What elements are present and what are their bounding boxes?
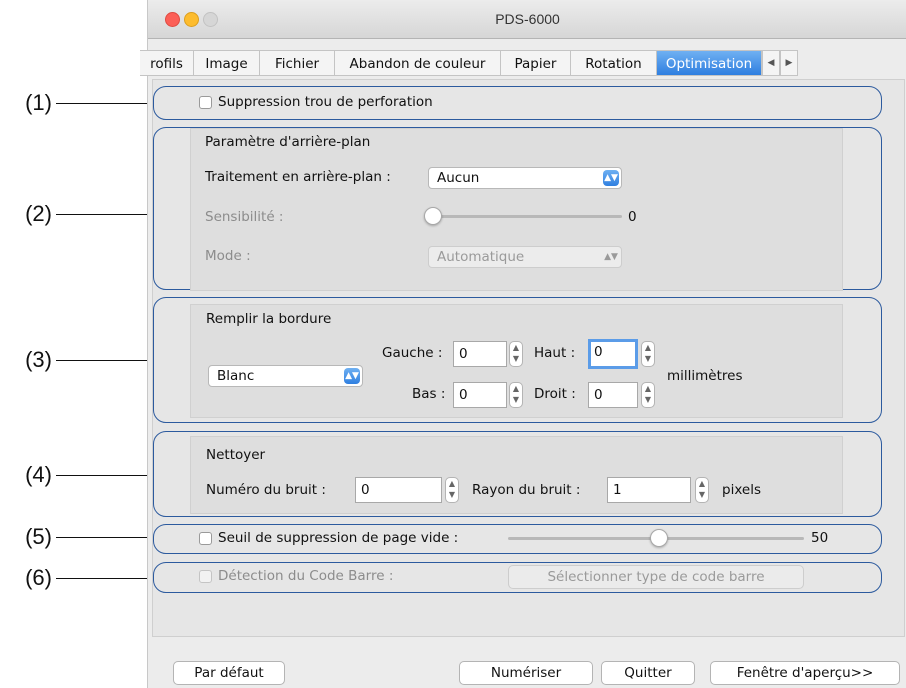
clean-heading: Nettoyer bbox=[206, 447, 266, 463]
callout-4: (4) bbox=[25, 462, 52, 487]
noise-count-stepper[interactable]: ▲ ▼ bbox=[445, 477, 459, 503]
punch-hole-label: Suppression trou de perforation bbox=[218, 94, 433, 110]
border-left-stepper[interactable]: ▲ ▼ bbox=[509, 341, 523, 367]
sensitivity-slider-knob[interactable] bbox=[424, 207, 442, 225]
tab-rotation[interactable]: Rotation bbox=[571, 50, 657, 76]
barcode-label: Détection du Code Barre : bbox=[218, 568, 394, 584]
sensitivity-label: Sensibilité : bbox=[205, 209, 284, 225]
noise-count-field[interactable]: 0 bbox=[355, 477, 442, 503]
scan-button[interactable]: Numériser bbox=[459, 661, 593, 685]
border-top-field[interactable]: 0 bbox=[588, 339, 638, 369]
tab-bar: rofils Image Fichier Abandon de couleur … bbox=[140, 50, 906, 76]
select-barcode-type-button[interactable]: Sélectionner type de code barre bbox=[508, 565, 804, 589]
callout-2-leader bbox=[56, 214, 152, 215]
callout-5: (5) bbox=[25, 524, 52, 549]
callout-6-leader bbox=[56, 578, 152, 579]
callout-1-leader bbox=[56, 103, 152, 104]
tab-abandon-de-couleur[interactable]: Abandon de couleur bbox=[335, 50, 501, 76]
noise-radius-label: Rayon du bruit : bbox=[472, 482, 581, 498]
border-left-field[interactable]: 0 bbox=[453, 341, 507, 367]
noise-radius-field[interactable]: 1 bbox=[607, 477, 691, 503]
sensitivity-slider-track[interactable] bbox=[434, 215, 622, 218]
punch-hole-checkbox[interactable] bbox=[199, 96, 212, 109]
background-heading: Paramètre d'arrière-plan bbox=[205, 134, 371, 150]
select-arrows-icon: ▲▼ bbox=[344, 368, 360, 384]
border-fill-color-value: Blanc bbox=[217, 368, 255, 384]
tab-scroll-left-icon[interactable]: ◀ bbox=[762, 50, 780, 76]
border-bottom-label: Bas : bbox=[412, 386, 446, 402]
barcode-checkbox[interactable] bbox=[199, 570, 212, 583]
callout-5-leader bbox=[56, 537, 152, 538]
border-right-field[interactable]: 0 bbox=[588, 382, 638, 408]
border-right-stepper[interactable]: ▲ ▼ bbox=[641, 382, 655, 408]
mode-select[interactable]: Automatique ▲▼ bbox=[428, 246, 622, 268]
sensitivity-value: 0 bbox=[628, 209, 637, 225]
callout-1: (1) bbox=[25, 90, 52, 115]
title-bar: PDS-6000 bbox=[148, 0, 906, 39]
border-unit-label: millimètres bbox=[667, 368, 743, 384]
border-right-label: Droit : bbox=[534, 386, 576, 402]
mode-label: Mode : bbox=[205, 248, 251, 264]
callout-3: (3) bbox=[25, 347, 52, 372]
background-processing-value: Aucun bbox=[437, 170, 480, 186]
select-arrows-icon: ▲▼ bbox=[604, 252, 618, 262]
noise-unit-label: pixels bbox=[722, 482, 761, 498]
tab-profils[interactable]: rofils bbox=[140, 50, 194, 76]
border-top-stepper[interactable]: ▲ ▼ bbox=[641, 341, 655, 367]
noise-count-label: Numéro du bruit : bbox=[206, 482, 326, 498]
callout-4-leader bbox=[56, 475, 152, 476]
border-top-label: Haut : bbox=[534, 345, 576, 361]
tab-optimisation[interactable]: Optimisation bbox=[657, 50, 762, 76]
border-bottom-field[interactable]: 0 bbox=[453, 382, 507, 408]
border-bottom-stepper[interactable]: ▲ ▼ bbox=[509, 382, 523, 408]
callout-6: (6) bbox=[25, 565, 52, 590]
blank-page-slider-knob[interactable] bbox=[650, 529, 668, 547]
callout-2: (2) bbox=[25, 201, 52, 226]
background-processing-label: Traitement en arrière-plan : bbox=[205, 169, 391, 185]
quit-button[interactable]: Quitter bbox=[601, 661, 695, 685]
border-left-label: Gauche : bbox=[382, 345, 443, 361]
tab-papier[interactable]: Papier bbox=[501, 50, 571, 76]
default-button[interactable]: Par défaut bbox=[173, 661, 285, 685]
mode-value: Automatique bbox=[437, 249, 525, 265]
window-title: PDS-6000 bbox=[495, 11, 560, 27]
border-fill-color-select[interactable]: Blanc ▲▼ bbox=[208, 365, 363, 387]
border-fill-heading: Remplir la bordure bbox=[206, 311, 332, 327]
background-processing-select[interactable]: Aucun ▲▼ bbox=[428, 167, 622, 189]
blank-page-label: Seuil de suppression de page vide : bbox=[218, 530, 459, 546]
noise-radius-stepper[interactable]: ▲ ▼ bbox=[695, 477, 709, 503]
scanner-settings-window: PDS-6000 rofils Image Fichier Abandon de… bbox=[140, 0, 906, 688]
callout-3-leader bbox=[56, 360, 152, 361]
clean-inner bbox=[190, 436, 843, 514]
tab-scroll-right-icon[interactable]: ▶ bbox=[780, 50, 798, 76]
select-arrows-icon: ▲▼ bbox=[603, 170, 619, 186]
preview-window-button[interactable]: Fenêtre d'aperçu>> bbox=[710, 661, 900, 685]
blank-page-value: 50 bbox=[811, 530, 829, 546]
tab-image[interactable]: Image bbox=[194, 50, 260, 76]
blank-page-checkbox[interactable] bbox=[199, 532, 212, 545]
tab-fichier[interactable]: Fichier bbox=[260, 50, 335, 76]
